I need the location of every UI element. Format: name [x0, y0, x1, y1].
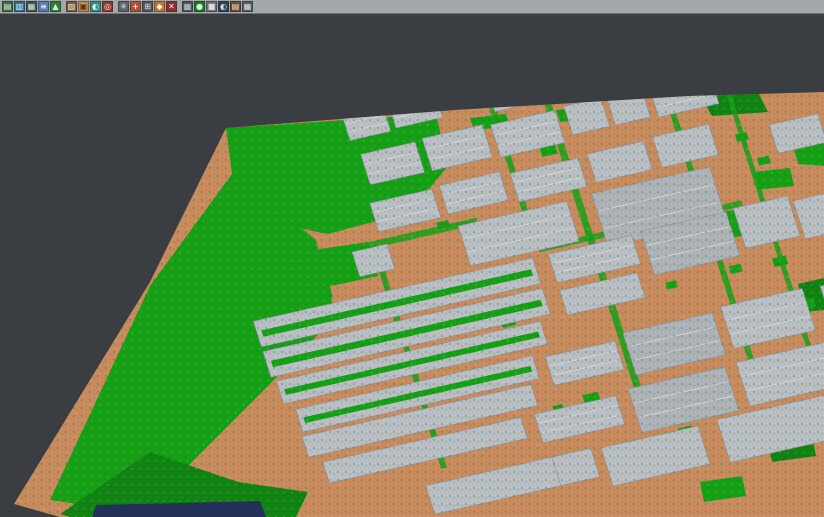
- map-view-icon[interactable]: ▦: [26, 1, 37, 12]
- world-icon[interactable]: ◐: [218, 1, 229, 12]
- target-icon[interactable]: ◎: [102, 1, 113, 12]
- settings-icon[interactable]: ✳: [118, 1, 129, 12]
- zoom-extent-icon[interactable]: ⊞: [142, 1, 153, 12]
- grid-icon[interactable]: ▦: [182, 1, 193, 12]
- classification-icon[interactable]: ▨: [66, 1, 77, 12]
- table-icon[interactable]: ▦: [242, 1, 253, 12]
- vegetation-icon[interactable]: ●: [194, 1, 205, 12]
- report-icon[interactable]: ▤: [230, 1, 241, 12]
- terrain-icon[interactable]: ▲: [50, 1, 61, 12]
- measure-icon[interactable]: +: [130, 1, 141, 12]
- 3d-viewport[interactable]: [0, 14, 824, 517]
- buildings-icon[interactable]: ■: [206, 1, 217, 12]
- scene-canvas[interactable]: [0, 14, 824, 517]
- save-icon[interactable]: ▥: [14, 1, 25, 12]
- toolbar: ▤▥▦≡▲▨▣◐◎✳+⊞◆✕▦●■◐▤▦: [0, 0, 824, 14]
- layers-icon[interactable]: ≡: [38, 1, 49, 12]
- orthophoto-icon[interactable]: ▣: [78, 1, 89, 12]
- marker-icon[interactable]: ◆: [154, 1, 165, 12]
- delete-icon[interactable]: ✕: [166, 1, 177, 12]
- globe-icon[interactable]: ◐: [90, 1, 101, 12]
- open-project-icon[interactable]: ▤: [2, 1, 13, 12]
